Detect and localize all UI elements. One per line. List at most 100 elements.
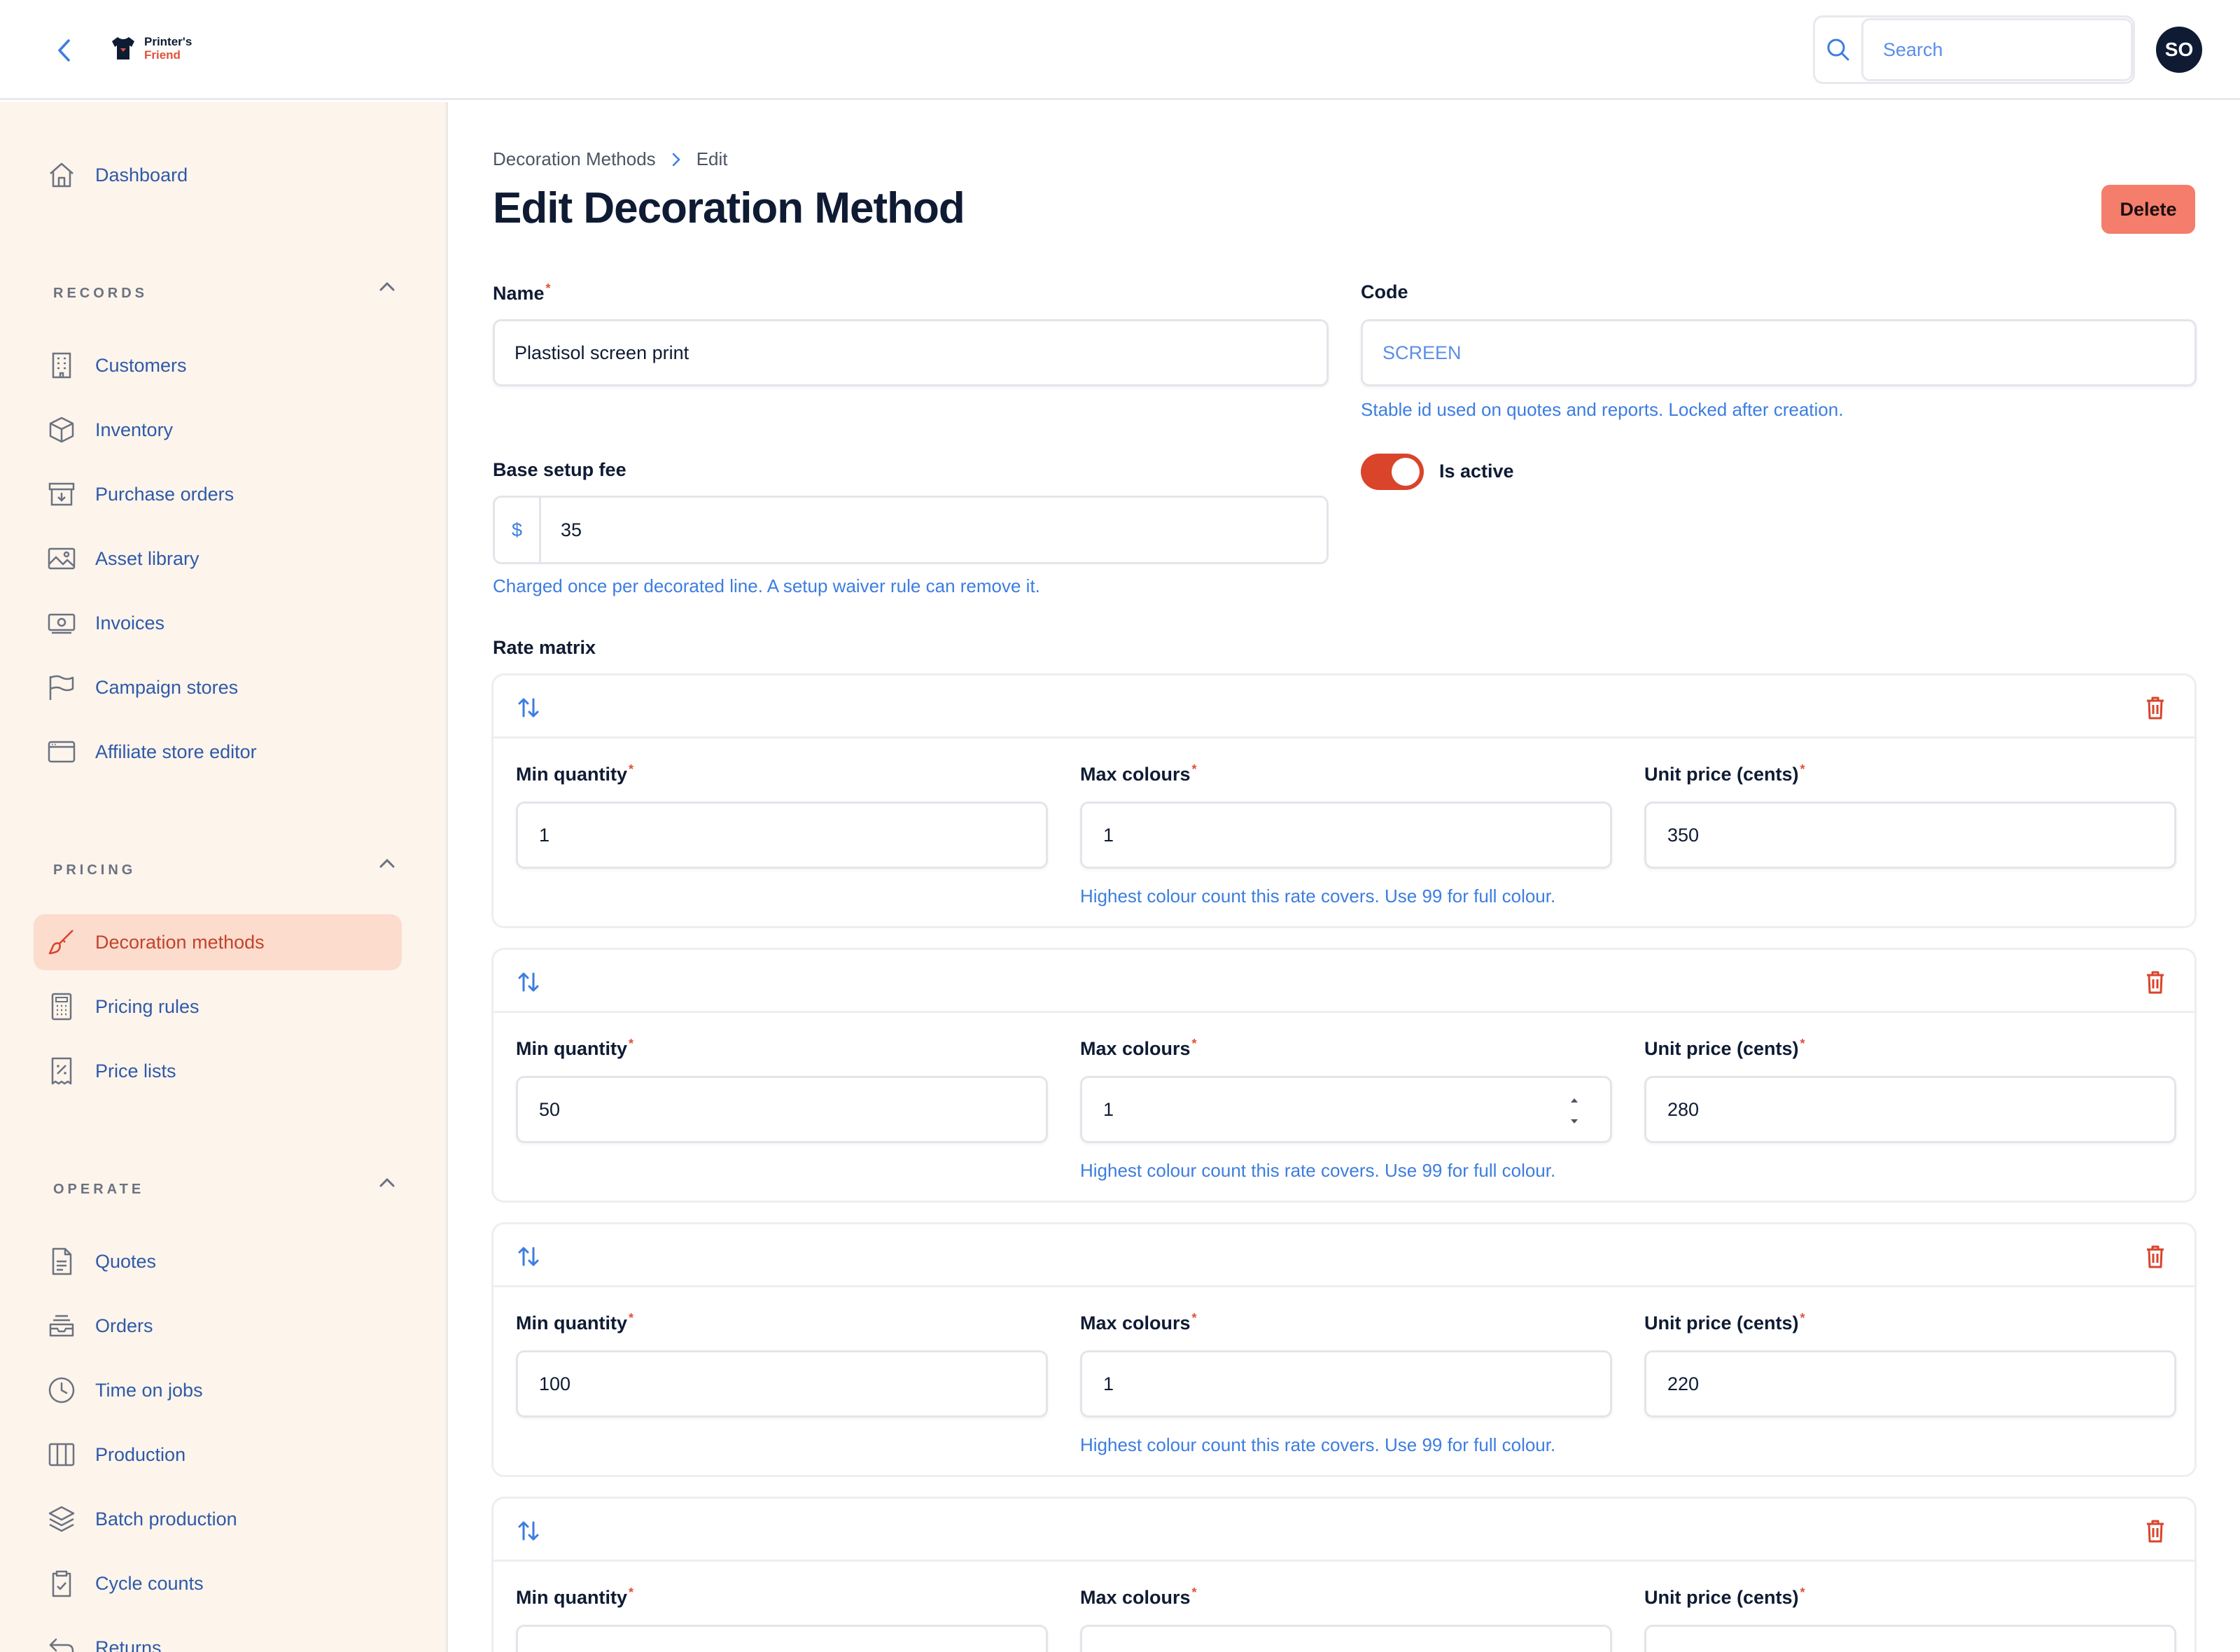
sidebar-item-purchase-orders[interactable]: Purchase orders	[34, 466, 402, 522]
sidebar-item-label: Asset library	[95, 547, 200, 569]
paintbrush-icon	[34, 927, 90, 958]
chevron-right-icon	[672, 153, 680, 166]
rate-row-header	[493, 950, 2194, 1013]
flag-icon	[34, 672, 90, 703]
unit-price-input[interactable]	[1644, 1350, 2176, 1418]
sidebar-item-label: Purchase orders	[95, 483, 234, 505]
brand-line-2: Friend	[144, 48, 181, 62]
max-colours-input[interactable]	[1080, 802, 1612, 869]
building-icon	[34, 350, 90, 381]
sidebar-item-dashboard[interactable]: Dashboard	[34, 147, 402, 203]
max-colours-input[interactable]	[1080, 1076, 1612, 1143]
setup-fee-hint: Charged once per decorated line. A setup…	[493, 575, 1040, 596]
setup-fee-input[interactable]	[541, 498, 1326, 562]
search-icon[interactable]	[1815, 18, 1861, 82]
rate-row: Min quantity* Max colours* Unit price (c…	[491, 673, 2197, 928]
sidebar-item-campaign-stores[interactable]: Campaign stores	[34, 659, 402, 715]
unit-price-input[interactable]	[1644, 802, 2176, 869]
chevron-up-icon[interactable]	[377, 1172, 398, 1193]
sidebar-item-returns[interactable]: Returns	[34, 1620, 402, 1652]
sidebar-item-production[interactable]: Production	[34, 1427, 402, 1483]
sidebar-item-label: Inventory	[95, 419, 174, 440]
reorder-arrows-icon[interactable]	[514, 1517, 542, 1545]
chevron-up-icon[interactable]	[377, 853, 398, 874]
sidebar-item-cycle-counts[interactable]: Cycle counts	[34, 1555, 402, 1611]
search-box	[1813, 15, 2135, 84]
sidebar-item-invoices[interactable]: Invoices	[34, 595, 402, 651]
sidebar-item-orders[interactable]: Orders	[34, 1298, 402, 1354]
columns-icon	[34, 1439, 90, 1470]
reorder-arrows-icon[interactable]	[514, 968, 542, 996]
search-input[interactable]	[1861, 18, 2133, 81]
user-avatar[interactable]: SO	[2156, 27, 2202, 73]
required-marker: *	[1800, 1037, 1805, 1051]
stepper-up-icon[interactable]	[1569, 1097, 1579, 1104]
unit-price-label: Unit price (cents) *	[1644, 1037, 1805, 1060]
trash-icon[interactable]	[2141, 1517, 2169, 1545]
max-colours-label: Max colours *	[1080, 1586, 1197, 1609]
required-marker: *	[1800, 1586, 1805, 1600]
brand-line-1: Printer's	[144, 35, 192, 48]
required-marker: *	[628, 1311, 634, 1325]
max-colours-label-text: Max colours	[1080, 1587, 1191, 1608]
name-input[interactable]	[493, 319, 1329, 386]
document-text-icon	[34, 1246, 90, 1277]
max-colours-label-text: Max colours	[1080, 764, 1191, 785]
calculator-icon	[34, 991, 90, 1022]
number-stepper[interactable]	[1566, 1097, 1583, 1125]
chevron-up-icon[interactable]	[377, 276, 398, 297]
trash-icon[interactable]	[2141, 968, 2169, 996]
unit-price-label: Unit price (cents) *	[1644, 762, 1805, 785]
delete-button[interactable]: Delete	[2101, 185, 2195, 234]
sidebar-item-pricing-rules[interactable]: Pricing rules	[34, 979, 402, 1035]
trash-icon[interactable]	[2141, 1242, 2169, 1270]
max-colours-label-text: Max colours	[1080, 1038, 1191, 1059]
sidebar-item-label: Decoration methods	[95, 931, 265, 953]
sidebar-item-batch-production[interactable]: Batch production	[34, 1491, 402, 1547]
stepper-down-icon[interactable]	[1569, 1118, 1579, 1125]
sidebar-item-quotes[interactable]: Quotes	[34, 1233, 402, 1289]
rate-row: Min quantity* Max colours* Unit price (c…	[491, 1222, 2197, 1477]
banknote-icon	[34, 608, 90, 638]
sidebar-item-customers[interactable]: Customers	[34, 337, 402, 393]
sidebar-item-time-on-jobs[interactable]: Time on jobs	[34, 1362, 402, 1418]
required-marker: *	[628, 762, 634, 776]
min-quantity-input[interactable]	[516, 1350, 1048, 1418]
trash-icon[interactable]	[2141, 694, 2169, 722]
max-colours-input[interactable]	[1080, 1625, 1612, 1652]
setup-fee-field: $	[493, 496, 1329, 564]
cube-icon	[34, 414, 90, 445]
max-colours-hint: Highest colour count this rate covers. U…	[1080, 1160, 1556, 1181]
archive-download-icon	[34, 479, 90, 510]
unit-price-input[interactable]	[1644, 1076, 2176, 1143]
chevron-left-icon	[58, 39, 70, 62]
unit-price-input[interactable]	[1644, 1625, 2176, 1652]
sidebar-item-asset-library[interactable]: Asset library	[34, 531, 402, 587]
sidebar-item-decoration-methods[interactable]: Decoration methods	[34, 914, 402, 970]
sidebar-item-label: Batch production	[95, 1508, 237, 1530]
is-active-label: Is active	[1439, 461, 1514, 482]
unit-price-label-text: Unit price (cents)	[1644, 1038, 1799, 1059]
rate-row-header	[493, 1499, 2194, 1562]
sidebar-item-affiliate-store-editor[interactable]: Affiliate store editor	[34, 724, 402, 780]
clipboard-check-icon	[34, 1568, 90, 1599]
sidebar-item-label: Pricing rules	[95, 995, 200, 1017]
sidebar-item-inventory[interactable]: Inventory	[34, 402, 402, 458]
sidebar-item-price-lists[interactable]: Price lists	[34, 1043, 402, 1099]
is-active-toggle[interactable]	[1361, 454, 1424, 490]
reorder-arrows-icon[interactable]	[514, 1242, 542, 1270]
breadcrumb-parent-link[interactable]: Decoration Methods	[493, 148, 656, 170]
min-quantity-input[interactable]	[516, 1076, 1048, 1143]
min-quantity-label-text: Min quantity	[516, 1312, 627, 1334]
max-colours-input[interactable]	[1080, 1350, 1612, 1418]
currency-prefix: $	[495, 498, 541, 562]
max-colours-label-text: Max colours	[1080, 1312, 1191, 1334]
min-quantity-input[interactable]	[516, 802, 1048, 869]
brand-logo[interactable]: Printer's Friend	[109, 35, 192, 62]
back-button[interactable]	[50, 34, 78, 67]
image-icon	[34, 543, 90, 574]
min-quantity-input[interactable]	[516, 1625, 1048, 1652]
reorder-arrows-icon[interactable]	[514, 694, 542, 722]
sidebar-item-label: Orders	[95, 1315, 153, 1336]
sidebar-item-label: Returns	[95, 1637, 162, 1652]
